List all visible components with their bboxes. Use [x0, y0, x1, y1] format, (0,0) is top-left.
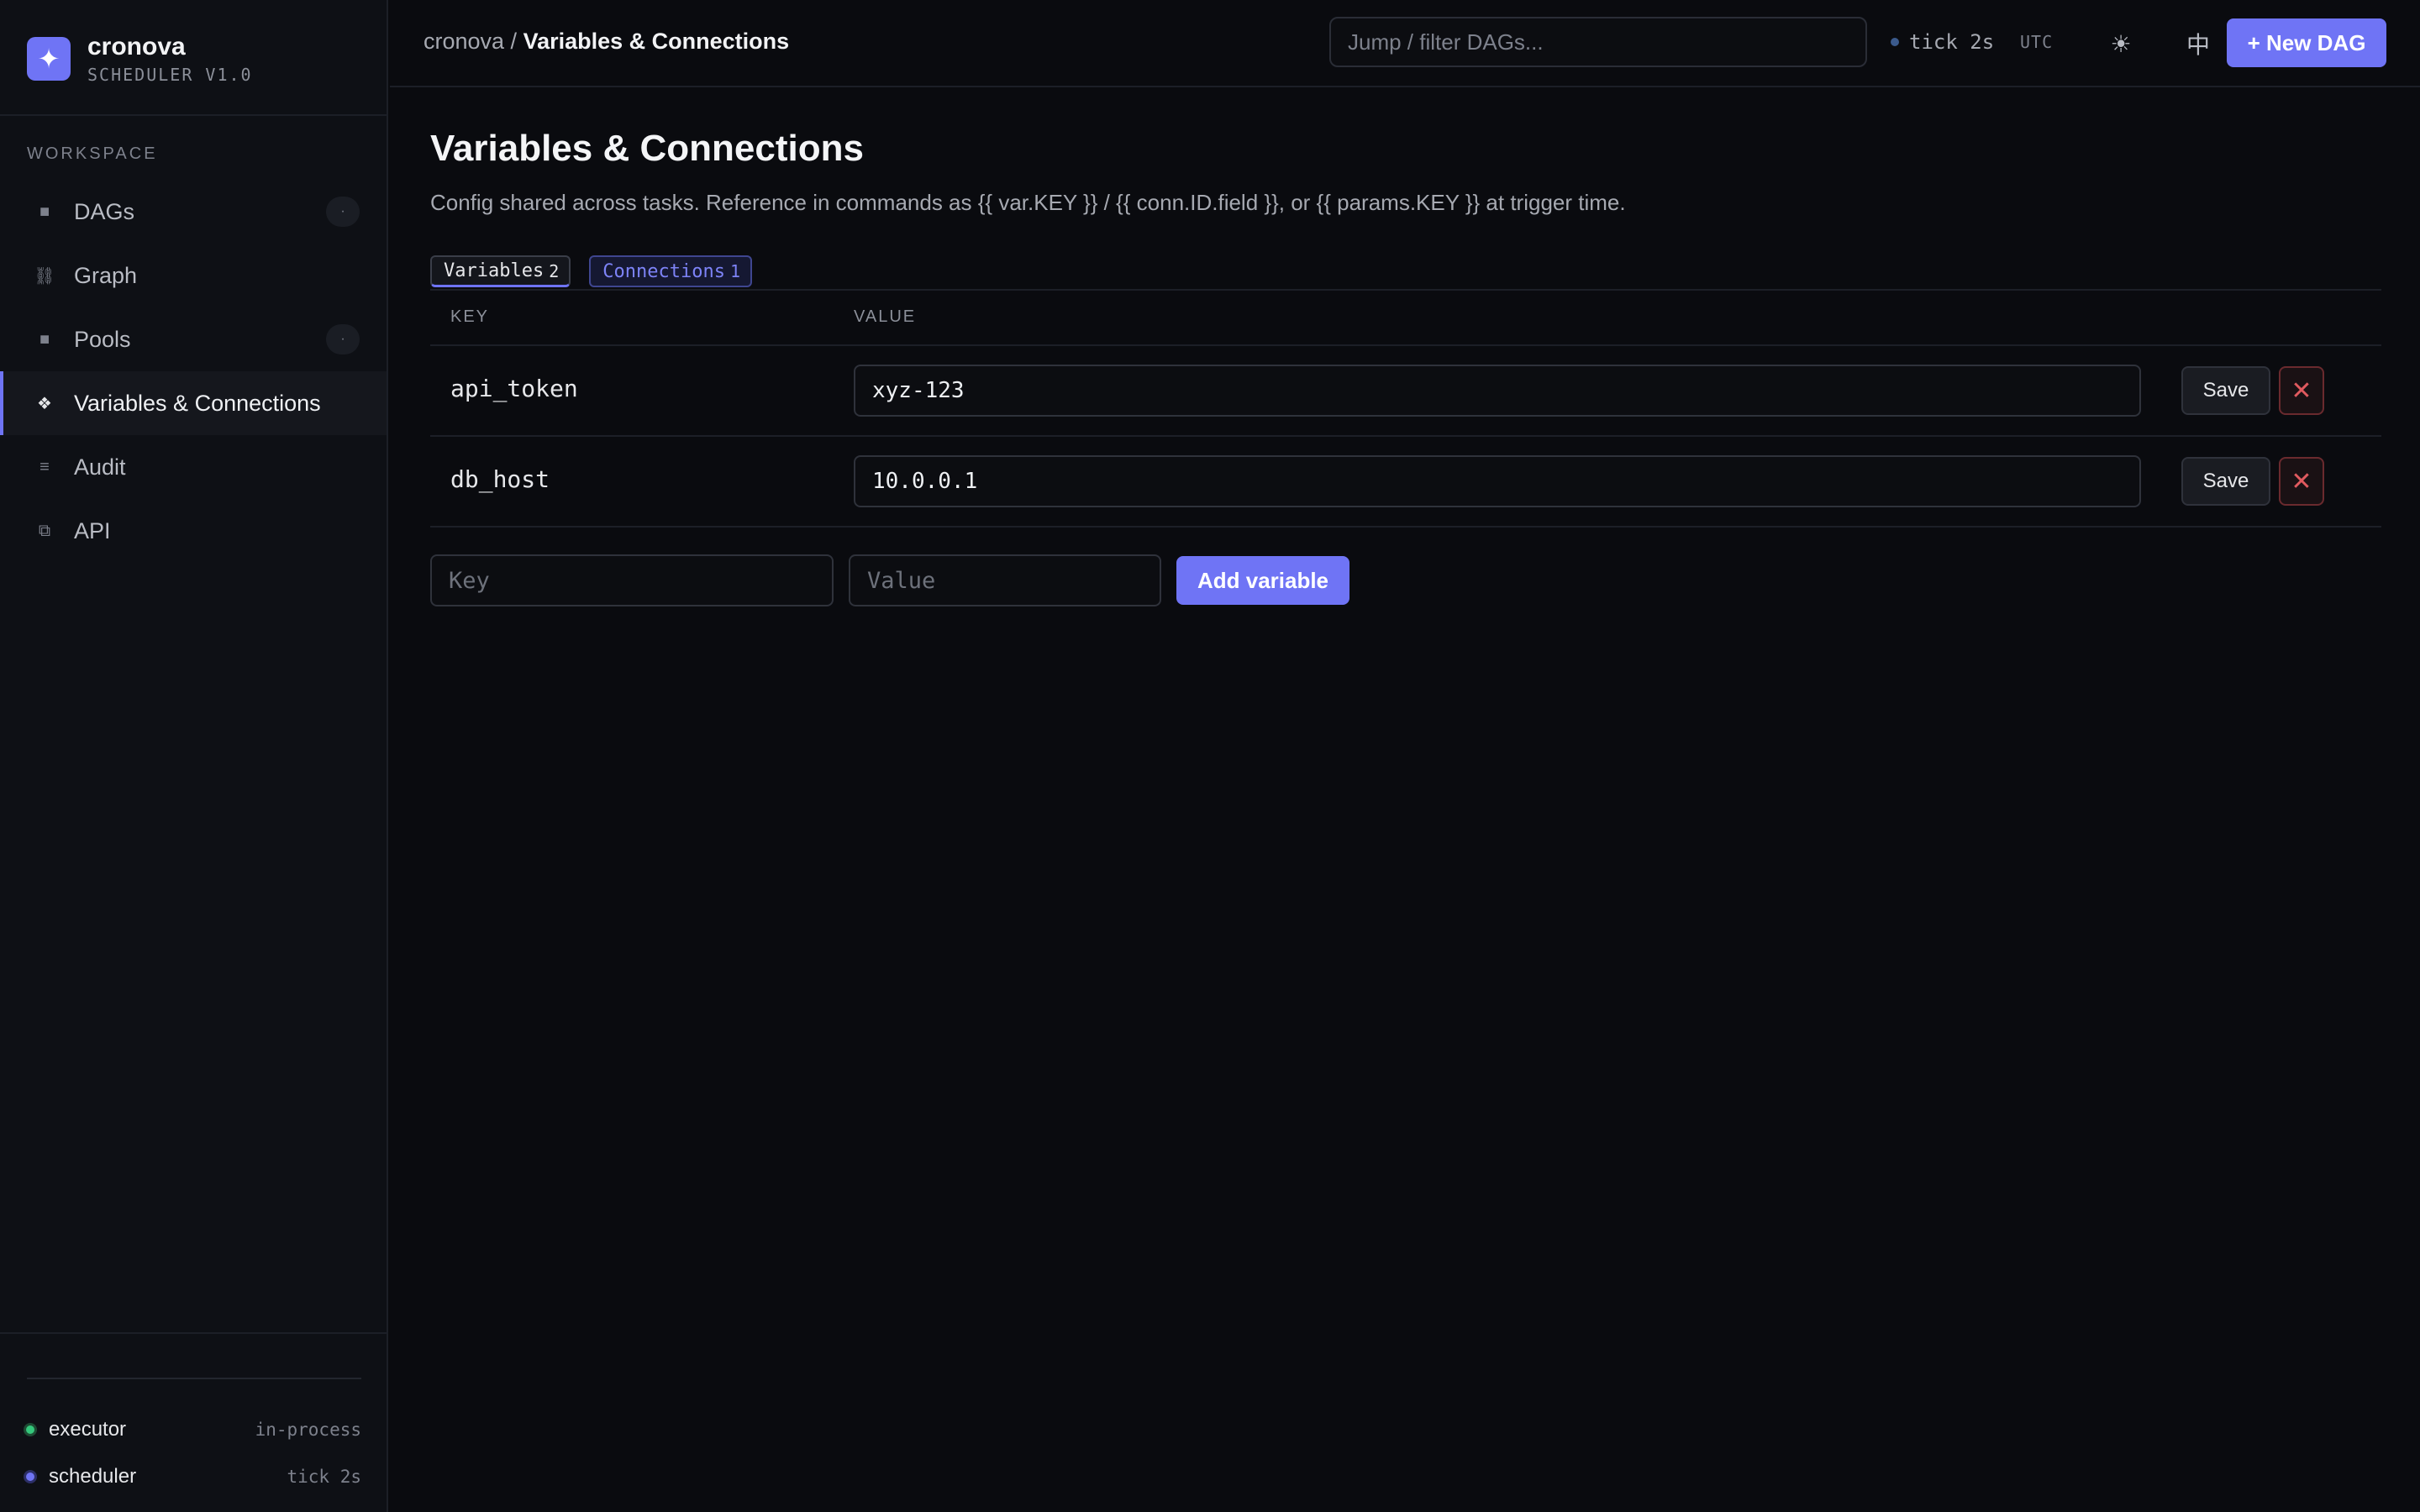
api-icon: ⧉ [38, 521, 51, 540]
divider [430, 526, 2381, 528]
tab-count: 2 [549, 260, 560, 281]
breadcrumb-root[interactable]: cronova / [424, 29, 523, 54]
tab-connections[interactable]: Connections 1 [589, 255, 753, 287]
count-badge: · [326, 197, 360, 227]
tab-label: Variables [444, 260, 544, 281]
graph-icon: ⛓ [34, 266, 55, 286]
status-value: tick 2s [287, 1467, 361, 1487]
sparkle-icon: ✦ [27, 37, 71, 81]
status-name: executor [49, 1418, 127, 1441]
tabs: Variables 2 Connections 1 [430, 255, 771, 287]
tick-label: tick 2s [1909, 30, 1995, 54]
divider [430, 289, 2381, 291]
sidebar-item-label: API [74, 517, 111, 543]
column-header-key: KEY [450, 307, 490, 326]
new-dag-button[interactable]: + New DAG [2227, 18, 2386, 67]
sidebar-item-label: Pools [74, 326, 131, 352]
page-description: Config shared across tasks. Reference in… [430, 190, 1626, 215]
save-button[interactable]: Save [2181, 366, 2270, 415]
sidebar-item-label: Graph [74, 262, 138, 288]
divider [27, 1378, 361, 1379]
divider [0, 114, 387, 116]
tab-variables[interactable]: Variables 2 [430, 255, 571, 287]
new-key-input[interactable] [430, 554, 834, 606]
variable-key: api_token [450, 375, 578, 402]
sidebar-item-label: Audit [74, 454, 126, 480]
add-variable-button[interactable]: Add variable [1176, 556, 1349, 605]
sidebar-nav: ■ DAGs · ⛓ Graph ■ Pools · ❖ Variables &… [0, 180, 387, 563]
status-executor: executor in-process [24, 1415, 361, 1445]
save-button[interactable]: Save [2181, 457, 2270, 506]
status-value: in-process [255, 1420, 361, 1440]
close-icon[interactable]: ✕ [2279, 366, 2324, 415]
search-input[interactable] [1329, 17, 1867, 67]
brand[interactable]: ✦ cronova SCHEDULER V1.0 [27, 33, 253, 85]
divider [430, 435, 2381, 437]
sidebar-item-audit[interactable]: ≡ Audit [0, 435, 387, 499]
sidebar-item-variables-connections[interactable]: ❖ Variables & Connections [0, 371, 387, 435]
divider [0, 1332, 387, 1334]
sun-icon[interactable]: ☀ [2099, 22, 2143, 66]
status-dot [24, 1423, 37, 1436]
column-header-value: VALUE [854, 307, 917, 326]
tab-count: 1 [729, 261, 741, 281]
timezone-label[interactable]: UTC [2020, 32, 2053, 52]
status-scheduler: scheduler tick 2s [24, 1462, 361, 1492]
status-name: scheduler [49, 1465, 137, 1488]
variable-value-input[interactable] [854, 455, 2141, 507]
list-icon: ≡ [39, 457, 50, 476]
section-label: WORKSPACE [27, 144, 158, 163]
sidebar-item-pools[interactable]: ■ Pools · [0, 307, 387, 371]
status-dot [24, 1470, 37, 1483]
diamond-icon: ❖ [37, 394, 52, 413]
breadcrumb: cronova / Variables & Connections [424, 29, 789, 55]
brand-name: cronova [87, 33, 186, 60]
tab-label: Connections [602, 260, 725, 282]
tick-indicator: tick 2s [1891, 30, 1994, 54]
sidebar-item-api[interactable]: ⧉ API [0, 499, 387, 563]
sidebar: ✦ cronova SCHEDULER V1.0 WORKSPACE ■ DAG… [0, 0, 388, 1512]
close-icon[interactable]: ✕ [2279, 457, 2324, 506]
square-icon: ■ [39, 202, 50, 221]
language-toggle[interactable]: 中 [2176, 22, 2220, 66]
sidebar-item-graph[interactable]: ⛓ Graph [0, 244, 387, 307]
top-bar: cronova / Variables & Connections tick 2… [390, 0, 2420, 87]
new-value-input[interactable] [849, 554, 1161, 606]
breadcrumb-current: Variables & Connections [523, 29, 790, 54]
divider [430, 344, 2381, 346]
sidebar-item-label: DAGs [74, 198, 135, 224]
brand-subtitle: SCHEDULER V1.0 [87, 65, 253, 85]
variable-key: db_host [450, 465, 550, 493]
square-icon: ■ [39, 329, 50, 349]
sidebar-item-dags[interactable]: ■ DAGs · [0, 180, 387, 244]
count-badge: · [326, 324, 360, 354]
page-title: Variables & Connections [430, 128, 864, 169]
sidebar-item-label: Variables & Connections [74, 390, 321, 416]
tick-dot [1891, 38, 1899, 46]
variable-value-input[interactable] [854, 365, 2141, 417]
